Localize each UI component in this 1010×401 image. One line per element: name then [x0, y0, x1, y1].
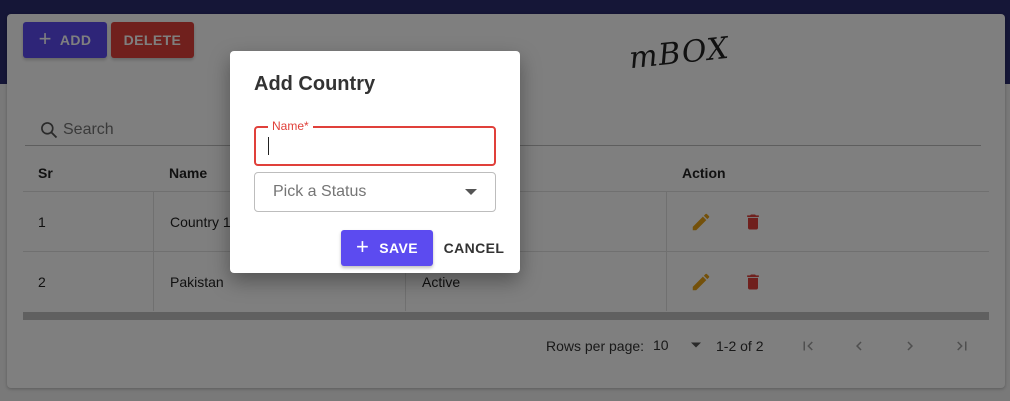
- status-select[interactable]: Pick a Status: [254, 172, 496, 212]
- cancel-button[interactable]: CANCEL: [442, 230, 506, 266]
- save-button[interactable]: + SAVE: [341, 230, 433, 266]
- name-input[interactable]: [268, 134, 478, 158]
- name-field[interactable]: Name*: [254, 119, 496, 166]
- cancel-button-label: CANCEL: [443, 240, 505, 256]
- add-country-dialog: Add Country Name* Pick a Status + SAVE C…: [230, 51, 520, 273]
- name-field-label: Name*: [268, 119, 313, 133]
- chevron-down-icon: [465, 189, 477, 195]
- status-select-placeholder: Pick a Status: [273, 183, 367, 200]
- dialog-title: Add Country: [254, 73, 376, 95]
- plus-icon: +: [356, 234, 370, 259]
- save-button-label: SAVE: [379, 240, 418, 256]
